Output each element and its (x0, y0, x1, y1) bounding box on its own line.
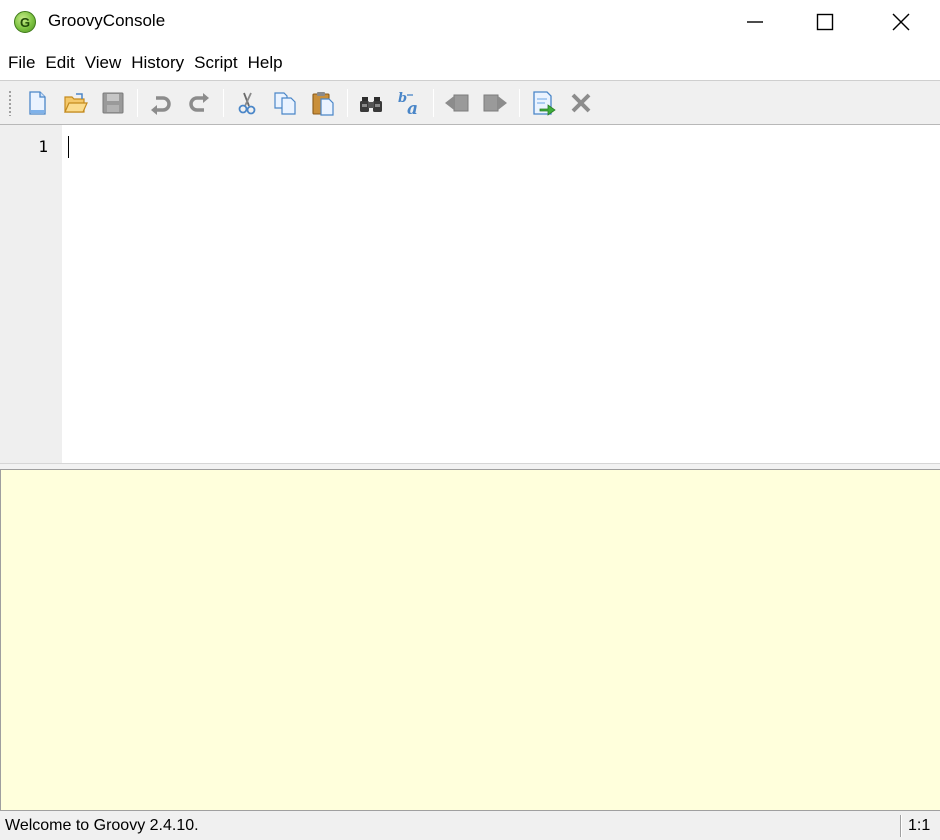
run-script-button[interactable] (528, 89, 558, 117)
toolbar: b a (0, 80, 940, 125)
undo-button[interactable] (146, 89, 176, 117)
status-message: Welcome to Groovy 2.4.10. (5, 817, 199, 834)
interrupt-icon (571, 93, 591, 113)
history-previous-icon (445, 94, 469, 112)
window-title: GroovyConsole (48, 11, 166, 30)
line-number-gutter: 1 (0, 125, 62, 463)
menu-file[interactable]: File (3, 44, 40, 80)
toolbar-separator (137, 89, 138, 117)
toolbar-separator (433, 89, 434, 117)
maximize-icon (816, 13, 834, 31)
title-bar[interactable]: G GroovyConsole (0, 0, 940, 44)
cut-icon (238, 92, 256, 115)
menu-edit[interactable]: Edit (40, 44, 79, 80)
svg-text:a: a (407, 99, 418, 117)
output-pane[interactable] (0, 470, 940, 810)
menu-view[interactable]: View (80, 44, 127, 80)
toolbar-separator (347, 89, 348, 117)
find-binoculars-icon (360, 97, 382, 112)
history-next-button[interactable] (480, 89, 510, 117)
status-divider (900, 815, 902, 837)
paste-icon (312, 92, 334, 116)
groovy-logo-icon: G (14, 11, 36, 33)
caret-position: 1:1 (908, 817, 931, 834)
save-icon (102, 92, 124, 114)
open-file-button[interactable] (60, 89, 90, 117)
redo-button[interactable] (184, 89, 214, 117)
code-input-area[interactable] (62, 125, 940, 463)
close-icon (892, 13, 910, 31)
menu-help[interactable]: Help (243, 44, 288, 80)
run-script-icon (533, 91, 556, 116)
find-button[interactable] (356, 89, 386, 117)
menu-script[interactable]: Script (189, 44, 242, 80)
pane-splitter[interactable] (0, 463, 940, 470)
history-next-icon (483, 94, 507, 112)
interrupt-button[interactable] (566, 89, 596, 117)
replace-icon: b a (398, 91, 418, 117)
minimize-button[interactable] (720, 0, 790, 44)
open-folder-icon (64, 93, 88, 113)
copy-button[interactable] (270, 89, 300, 117)
history-previous-button[interactable] (442, 89, 472, 117)
menu-bar: File Edit View History Script Help (0, 44, 940, 80)
script-editor[interactable]: 1 (0, 125, 940, 463)
menu-history[interactable]: History (126, 44, 189, 80)
toolbar-grip[interactable] (8, 90, 12, 116)
copy-icon (274, 92, 296, 115)
cut-button[interactable] (232, 89, 262, 117)
line-number: 1 (38, 137, 48, 156)
save-button[interactable] (98, 89, 128, 117)
minimize-icon (747, 21, 763, 23)
close-button[interactable] (866, 0, 936, 44)
new-file-button[interactable] (22, 89, 52, 117)
logo-letter: G (19, 14, 31, 30)
toolbar-separator (223, 89, 224, 117)
undo-icon (151, 96, 171, 115)
maximize-button[interactable] (790, 0, 860, 44)
new-file-icon (29, 91, 46, 115)
paste-button[interactable] (308, 89, 338, 117)
text-caret (68, 136, 69, 158)
status-bar: Welcome to Groovy 2.4.10. 1:1 (0, 810, 940, 840)
redo-icon (189, 93, 209, 112)
toolbar-separator (519, 89, 520, 117)
svg-text:b: b (398, 91, 407, 106)
replace-button[interactable]: b a (394, 89, 424, 117)
